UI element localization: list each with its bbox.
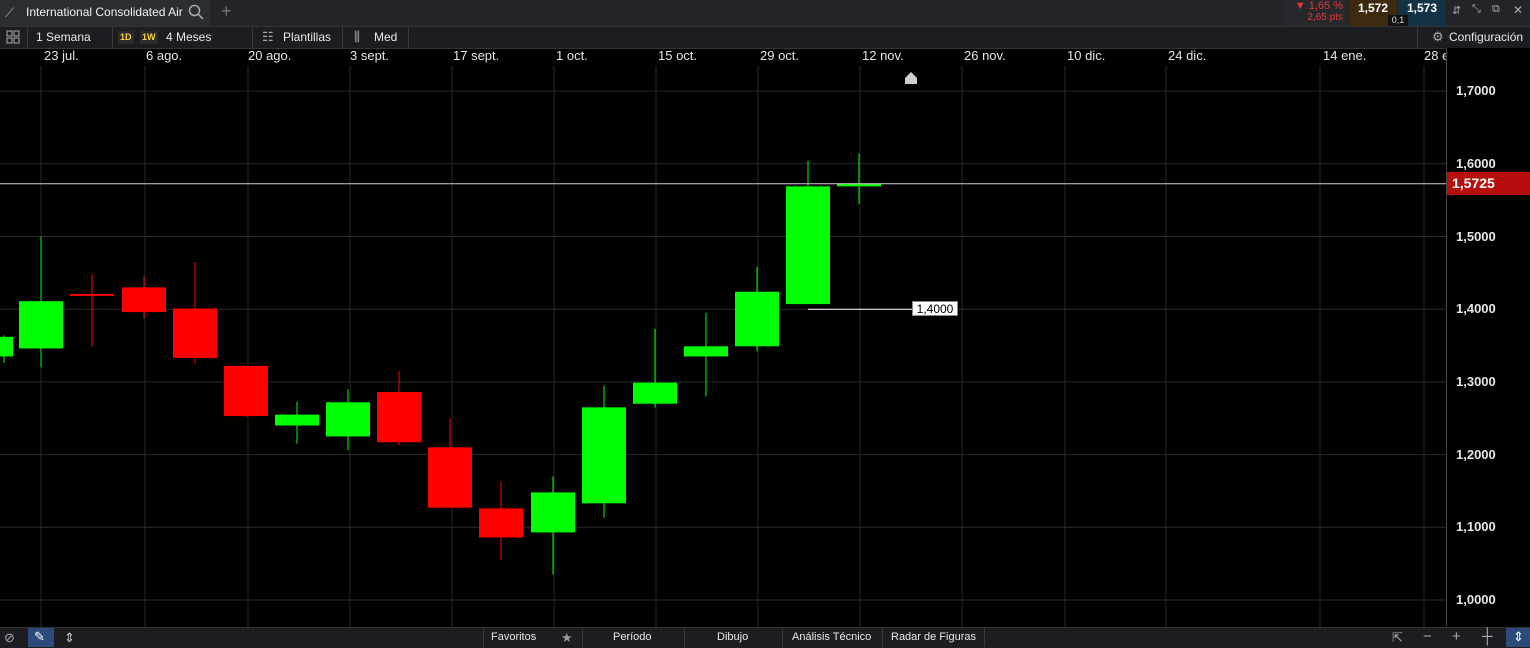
bottom-divider	[582, 628, 583, 647]
timeframe-1w-button[interactable]: 1W	[140, 31, 158, 44]
star-icon[interactable]: ★	[561, 630, 573, 646]
date-axis-label: 23 jul.	[44, 48, 79, 63]
date-axis-label: 29 oct.	[760, 48, 800, 63]
date-axis-label: 3 sept.	[350, 48, 390, 63]
candle-body	[224, 365, 268, 417]
price-axis-label: 1,1000	[1456, 519, 1496, 535]
bottom-divider	[984, 628, 985, 647]
future-marker-icon	[905, 72, 917, 84]
zoom-in-icon[interactable]: +	[1452, 628, 1461, 645]
change-points: 2,65 pts	[1307, 12, 1343, 23]
candle-body	[633, 382, 677, 404]
date-axis-label: 10 dic.	[1067, 48, 1106, 63]
ask-price: 1,573	[1406, 1, 1438, 15]
date-axis-label: 26 nov.	[964, 48, 1006, 63]
candle-body	[479, 508, 523, 538]
date-axis-label: 14 ene.	[1323, 48, 1367, 63]
timeframe-1d-button[interactable]: 1D	[118, 31, 134, 44]
candle-body	[428, 447, 472, 508]
bottom-divider	[684, 628, 685, 647]
date-axis-label: 17 sept.	[453, 48, 500, 63]
close-icon[interactable]: ✕	[1513, 3, 1523, 17]
toolbar-divider	[27, 27, 28, 48]
price-axis-label: 1,4000	[1456, 301, 1496, 317]
zoom-out-icon[interactable]: −	[1423, 628, 1432, 645]
date-axis-label: 20 ago.	[248, 48, 292, 63]
minimize-icon[interactable]: ⤡	[1472, 3, 1481, 16]
price-axis-label: 1,7000	[1456, 83, 1496, 99]
candle-body	[735, 291, 779, 347]
price-axis-label: 1,3000	[1456, 373, 1496, 389]
candle-body	[326, 402, 370, 437]
price-type-button[interactable]: Med	[374, 30, 397, 44]
candle-body	[19, 301, 63, 349]
range-selector[interactable]: 4 Meses	[166, 30, 211, 44]
bottom-divider	[483, 628, 484, 647]
settings-button[interactable]: Configuración	[1449, 30, 1523, 44]
candle-body	[173, 308, 217, 358]
fit-icon[interactable]: ⇱	[1392, 630, 1403, 646]
candle-body	[122, 287, 166, 313]
horizontal-line-label[interactable]: 1,4000	[912, 301, 958, 317]
gear-icon: ⚙	[1432, 29, 1444, 44]
search-icon[interactable]	[188, 4, 204, 20]
favorites-button[interactable]: Favoritos	[491, 631, 536, 643]
date-axis-label: 1 oct.	[556, 48, 588, 63]
date-axis-label: 15 oct.	[658, 48, 698, 63]
sliders-icon: ☷	[262, 29, 274, 44]
instrument-title: International Consolidated Air	[26, 5, 183, 19]
toolbar-divider	[342, 27, 343, 48]
toolbar-divider	[112, 27, 113, 48]
interval-selector[interactable]: 1 Semana	[36, 30, 91, 44]
spread-value: 0,1	[1388, 15, 1408, 26]
date-axis-label: 12 nov.	[862, 48, 904, 63]
grid-layout-icon[interactable]	[6, 30, 20, 44]
price-axis-label: 1,5000	[1456, 228, 1496, 244]
bottom-divider	[882, 628, 883, 647]
current-price-label: 1,5725	[1452, 174, 1495, 191]
popout-icon[interactable]: ⧉	[1492, 3, 1500, 16]
candle-body	[582, 407, 626, 504]
bottom-toolbar	[0, 627, 1530, 648]
sort-icon[interactable]: ⇵	[1452, 4, 1461, 17]
chart-line-icon: ⟋	[5, 5, 15, 20]
toolbar-divider	[252, 27, 253, 48]
candle-body	[531, 492, 575, 533]
chart-toolbar	[0, 27, 1530, 49]
candle-body	[377, 392, 421, 443]
date-axis-label: 24 dic.	[1168, 48, 1207, 63]
technical-analysis-button[interactable]: Análisis Técnico	[792, 631, 871, 643]
date-axis-label: 6 ago.	[146, 48, 183, 63]
toolbar-divider	[408, 27, 409, 48]
bid-price: 1,572	[1357, 1, 1389, 15]
candle-body	[275, 414, 319, 426]
candle-body	[0, 336, 13, 357]
candle-body	[786, 186, 830, 305]
price-axis[interactable]	[1446, 48, 1530, 626]
price-axis-label: 1,0000	[1456, 592, 1496, 607]
add-tab-icon[interactable]: +	[221, 1, 232, 22]
drawing-button[interactable]: Dibujo	[717, 631, 748, 643]
bottom-divider	[782, 628, 783, 647]
period-button[interactable]: Período	[613, 631, 652, 643]
pattern-radar-button[interactable]: Radar de Figuras	[891, 631, 976, 643]
candle-body	[684, 346, 728, 357]
price-axis-label: 1,2000	[1456, 446, 1496, 462]
candle-type-icon: ⫼	[354, 29, 360, 44]
price-axis-label: 1,6000	[1456, 155, 1496, 171]
crosshair-icon[interactable]: ┼	[1482, 628, 1493, 645]
candle-body	[70, 293, 114, 296]
price-chart[interactable]	[0, 48, 1446, 627]
toolbar-divider	[1417, 27, 1418, 48]
disable-icon[interactable]: ⊘	[4, 630, 15, 646]
templates-button[interactable]: Plantillas	[283, 30, 331, 44]
change-percent: ▼ 1,65 %	[1294, 0, 1343, 12]
autoscale-icon: ⇕	[1513, 629, 1524, 644]
arrows-updown-icon[interactable]: ⇕	[64, 630, 75, 646]
pencil-icon: ✎	[34, 629, 45, 644]
